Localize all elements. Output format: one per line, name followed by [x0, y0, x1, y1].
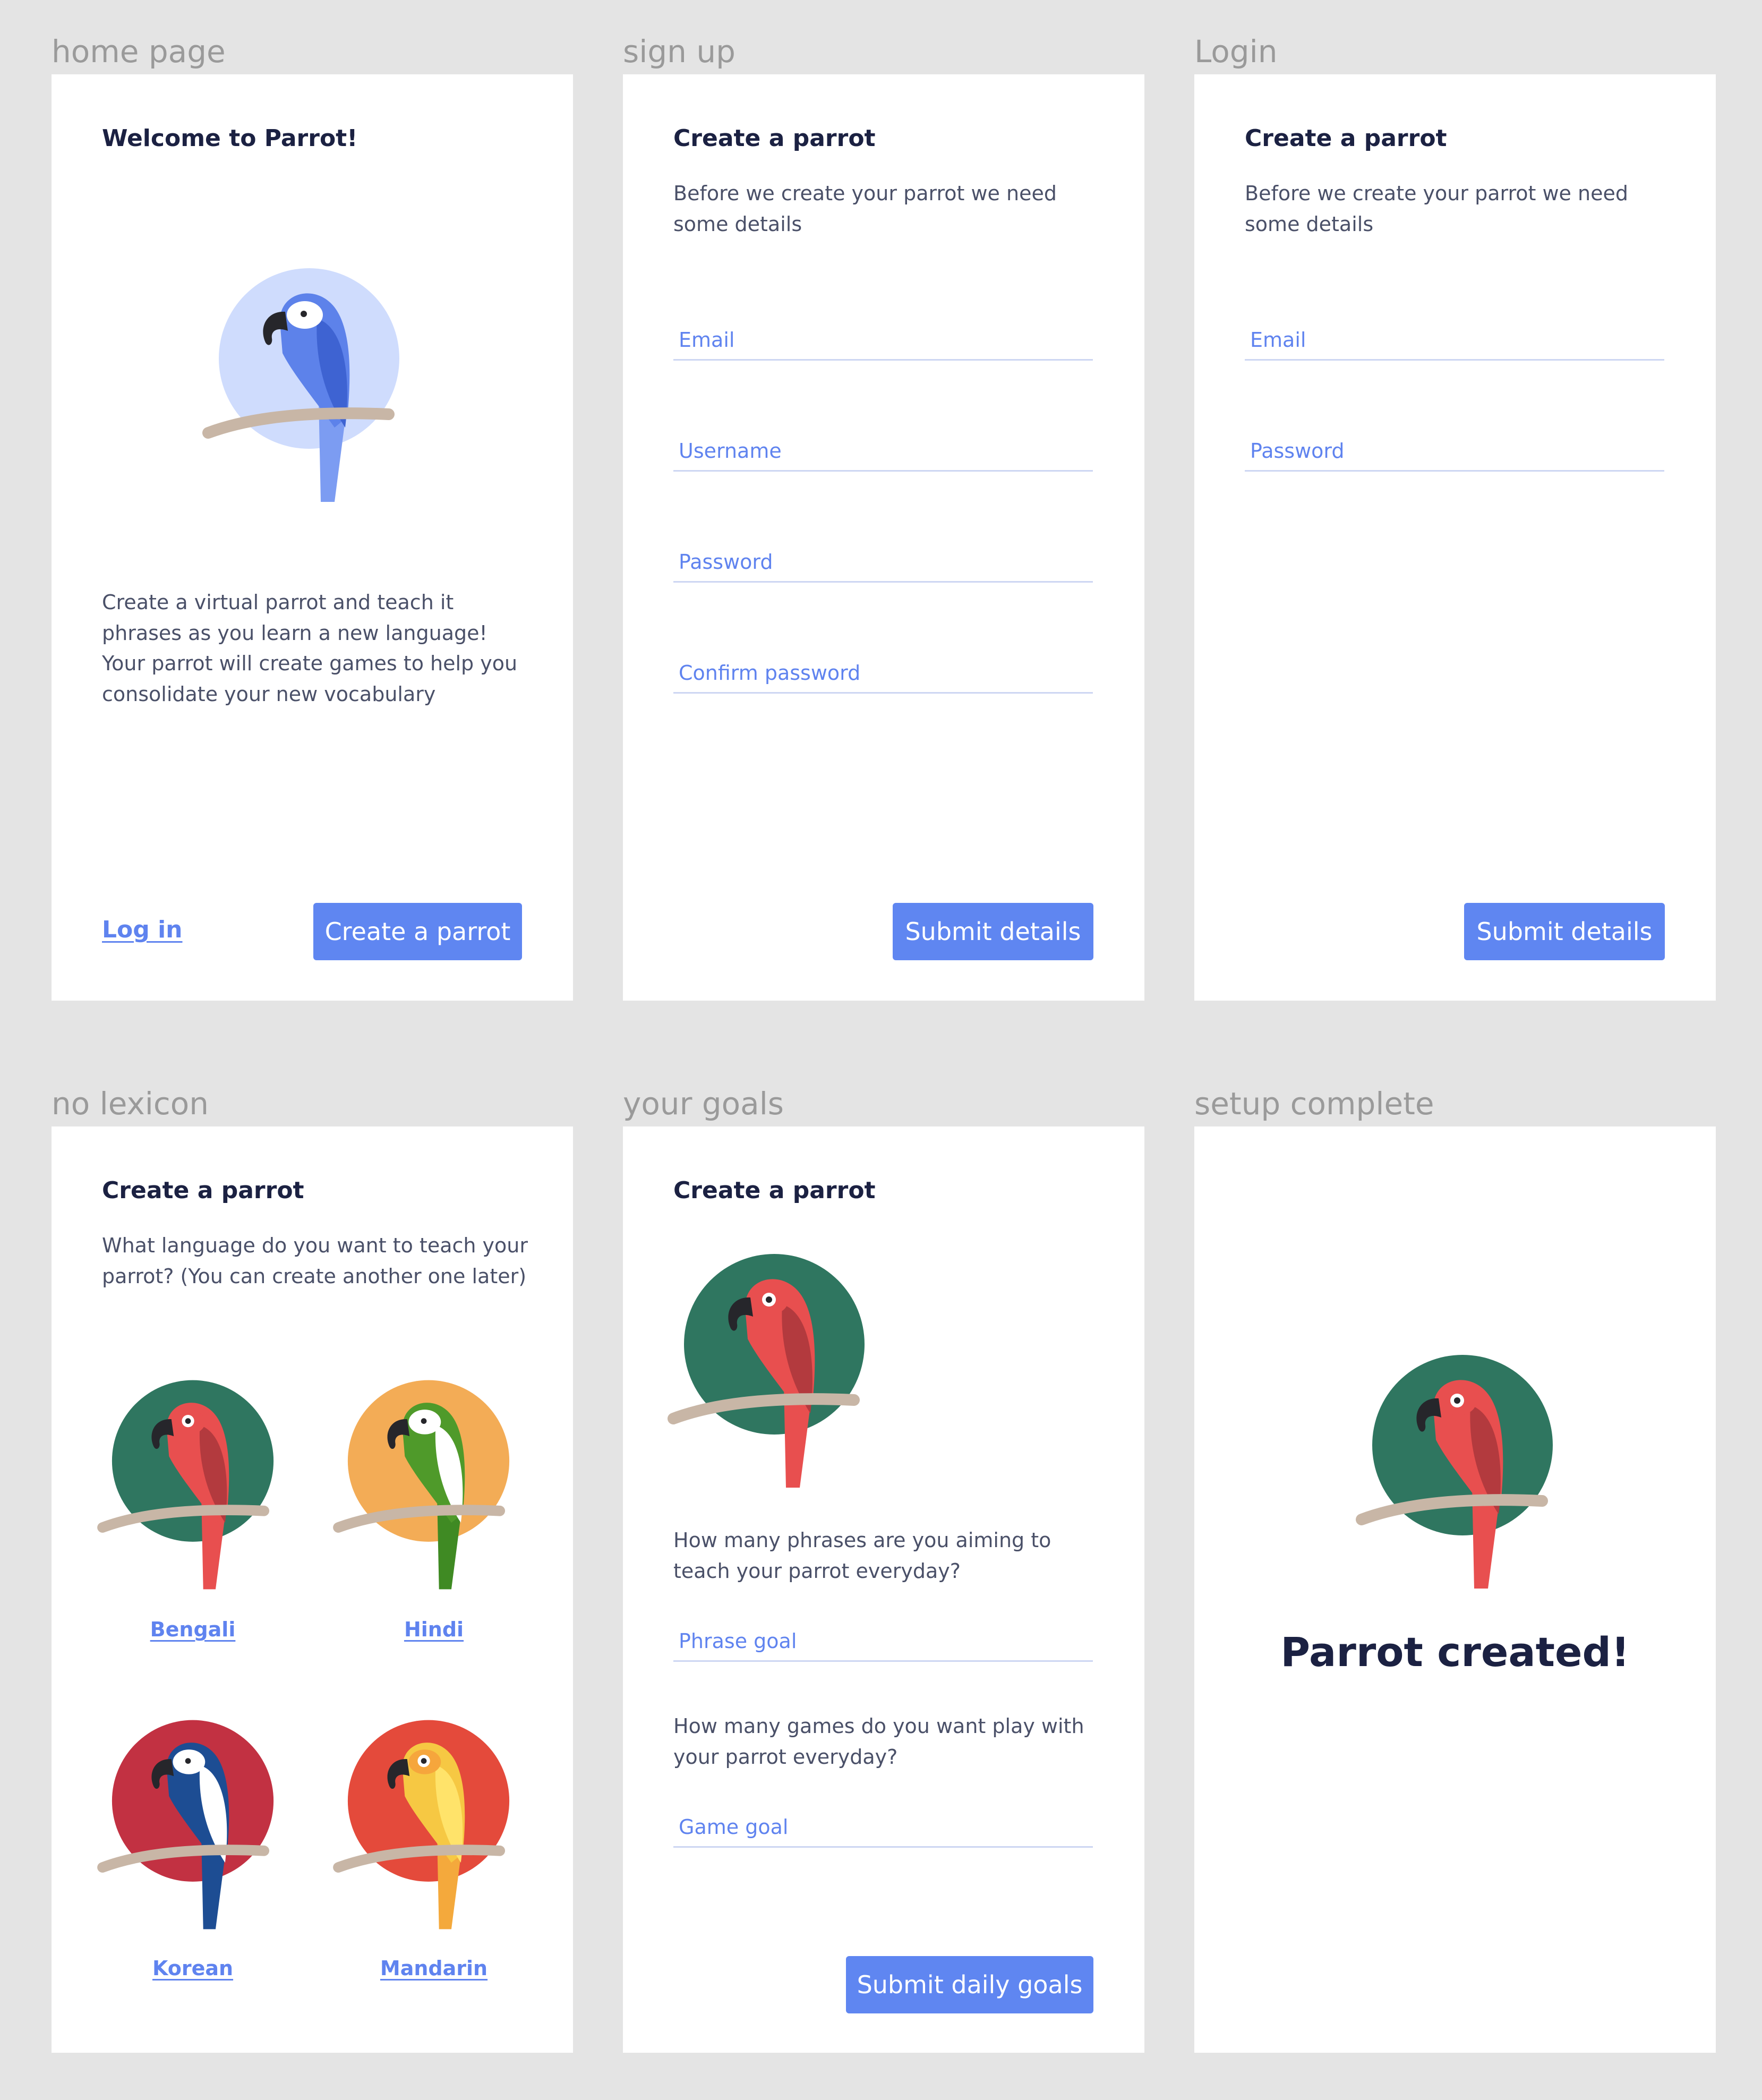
submit-daily-goals-button[interactable]: Submit daily goals	[846, 1956, 1093, 2013]
submit-details-button[interactable]: Submit details	[1464, 903, 1665, 960]
parrot-illustration	[668, 1254, 865, 1488]
parrot-illustration	[202, 268, 399, 502]
frame-label-login: Login	[1194, 33, 1278, 70]
frame-label-lexicon: no lexicon	[52, 1086, 209, 1122]
confirm-password-placeholder: Confirm password	[679, 661, 861, 685]
page-title: Create a parrot	[673, 125, 876, 152]
password-field[interactable]: Password	[1245, 429, 1664, 472]
username-placeholder: Username	[679, 439, 782, 463]
signup-description: Before we create your parrot we need som…	[673, 182, 1057, 236]
frame-label-complete: setup complete	[1194, 1086, 1434, 1122]
parrot-eye-pupil	[421, 1418, 427, 1424]
page-title: Welcome to Parrot!	[102, 125, 358, 152]
login-link[interactable]: Log in	[102, 916, 183, 943]
username-field[interactable]: Username	[673, 429, 1093, 472]
parrot-eye-pupil	[301, 311, 307, 317]
mandarin-parrot-illustration[interactable]	[333, 1718, 519, 1936]
email-placeholder: Email	[1250, 328, 1306, 352]
page-title: Create a parrot	[1245, 125, 1447, 152]
login-description: Before we create your parrot we need som…	[1245, 182, 1628, 236]
language-link-korean[interactable]: Korean	[113, 1957, 272, 1980]
phrase-goal-placeholder: Phrase goal	[679, 1629, 797, 1653]
frame-label-goals: your goals	[623, 1086, 784, 1122]
password-placeholder: Password	[1250, 439, 1345, 463]
language-question: What language do you want to teach your …	[102, 1234, 528, 1288]
korean-parrot-illustration[interactable]	[97, 1718, 283, 1936]
goals-frame: Create a parrot How many phrases are you…	[623, 1126, 1144, 2053]
page-title: Create a parrot	[102, 1177, 304, 1204]
intro-text-1: Create a virtual parrot and teach it phr…	[102, 591, 487, 645]
password-field[interactable]: Password	[673, 540, 1093, 583]
game-goal-placeholder: Game goal	[679, 1815, 789, 1839]
parrot-eye-pupil	[766, 1296, 772, 1303]
phrase-goal-field[interactable]: Phrase goal	[673, 1619, 1093, 1662]
login-frame: Create a parrot Before we create your pa…	[1194, 74, 1716, 1001]
intro-text-2: Your parrot will create games to help yo…	[102, 652, 518, 706]
page-title: Create a parrot	[673, 1177, 876, 1204]
parrot-eye-pupil	[421, 1758, 427, 1764]
confirm-password-field[interactable]: Confirm password	[673, 651, 1093, 694]
success-message: Parrot created!	[1280, 1628, 1630, 1676]
parrot-eye-pupil	[185, 1758, 191, 1764]
parrot-illustration	[1356, 1355, 1553, 1589]
parrot-eye-pupil	[1454, 1397, 1460, 1404]
frame-label-home: home page	[52, 33, 226, 70]
parrot-eye-pupil	[185, 1418, 191, 1424]
email-field[interactable]: Email	[673, 318, 1093, 361]
password-placeholder: Password	[679, 550, 773, 574]
language-select-frame: Create a parrot What language do you wan…	[52, 1126, 573, 2053]
email-field[interactable]: Email	[1245, 318, 1664, 361]
bengali-parrot-illustration[interactable]	[97, 1378, 283, 1596]
language-link-hindi[interactable]: Hindi	[354, 1618, 514, 1641]
language-link-bengali[interactable]: Bengali	[113, 1618, 272, 1641]
setup-complete-frame: Parrot created!	[1194, 1126, 1716, 2053]
submit-details-button[interactable]: Submit details	[893, 903, 1093, 960]
language-link-mandarin[interactable]: Mandarin	[354, 1957, 514, 1980]
hindi-parrot-illustration[interactable]	[333, 1378, 519, 1596]
create-parrot-button[interactable]: Create a parrot	[313, 903, 522, 960]
game-goal-field[interactable]: Game goal	[673, 1805, 1093, 1848]
phrase-goal-question: How many phrases are you aiming to teach…	[673, 1529, 1051, 1583]
frame-label-signup: sign up	[623, 33, 735, 70]
email-placeholder: Email	[679, 328, 735, 352]
game-goal-question: How many games do you want play with you…	[673, 1714, 1084, 1769]
signup-frame: Create a parrot Before we create your pa…	[623, 74, 1144, 1001]
home-page-frame: Welcome to Parrot! Create a virtual parr…	[52, 74, 573, 1001]
